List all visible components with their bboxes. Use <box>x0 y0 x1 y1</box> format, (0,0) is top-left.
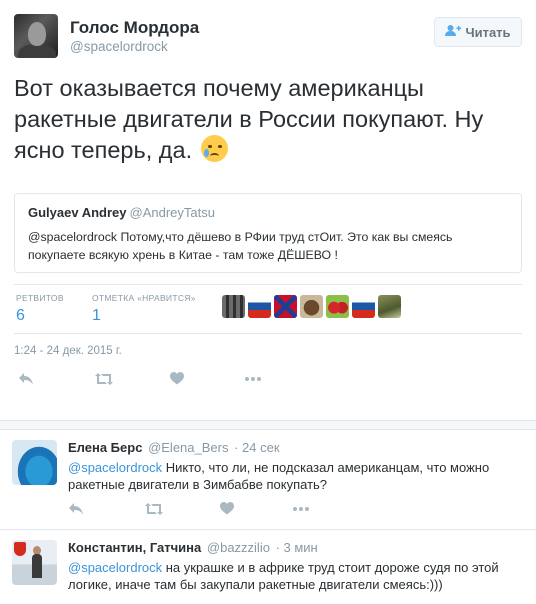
reply-mention[interactable]: @spacelordrock <box>68 460 162 475</box>
retweets-label: РЕТВИТОВ <box>16 293 64 303</box>
author-handle[interactable]: @spacelordrock <box>70 39 168 54</box>
retweet-icon[interactable] <box>94 372 114 386</box>
likers-avatars <box>222 295 401 318</box>
author-avatar[interactable] <box>14 14 58 58</box>
more-options-icon[interactable] <box>244 372 262 386</box>
reply-time[interactable]: · 24 сек <box>234 440 279 455</box>
liker-avatar[interactable] <box>326 295 349 318</box>
retweets-count: 6 <box>16 307 25 324</box>
quote-text: @spacelordrock Потому,что дёшево в РФии … <box>28 230 453 262</box>
quote-author-name: Gulyaev Andrey <box>28 205 127 220</box>
replies-separator <box>0 420 536 430</box>
reply-avatar[interactable] <box>12 540 57 585</box>
tweet-text: Вот оказывается почему американцы ракетн… <box>14 73 526 166</box>
reply-author-handle[interactable]: @bazzzilio <box>207 540 270 555</box>
reply-tweet[interactable]: Елена Берс @Elena_Bers · 24 сек @spacelo… <box>0 430 536 528</box>
reply-avatar[interactable] <box>12 440 57 485</box>
reply-author: Константин, Гатчина @bazzzilio · 3 мин <box>68 540 318 555</box>
reply-text: @spacelordrock на укрaшке и в африке тру… <box>68 559 518 593</box>
tweet-header: Голос Мордора @spacelordrock Читать <box>14 14 522 60</box>
liker-avatar[interactable] <box>248 295 271 318</box>
reply-text: @spacelordrock Никто, что ли, не подсказ… <box>68 459 518 493</box>
liker-avatar[interactable] <box>274 295 297 318</box>
reply-time[interactable]: · 3 мин <box>276 540 318 555</box>
reply-author-name[interactable]: Елена Берс <box>68 440 142 455</box>
avatar-shoulder-shape <box>18 44 56 58</box>
crest-shape <box>14 542 26 556</box>
quoted-tweet[interactable]: Gulyaev Andrey @AndreyTatsu @spacelordroc… <box>14 193 522 273</box>
retweet-icon[interactable] <box>144 502 164 516</box>
like-icon[interactable] <box>170 372 184 385</box>
liker-avatar[interactable] <box>378 295 401 318</box>
reply-author-handle[interactable]: @Elena_Bers <box>148 440 228 455</box>
likes-label: ОТМЕТКА «НРАВИТСЯ» <box>92 293 196 303</box>
liker-avatar[interactable] <box>300 295 323 318</box>
reply-icon[interactable] <box>18 372 34 386</box>
like-icon[interactable] <box>220 502 234 515</box>
tweet-stats: РЕТВИТОВ 6 ОТМЕТКА «НРАВИТСЯ» 1 <box>14 284 522 334</box>
more-options-icon[interactable] <box>292 502 310 516</box>
avatar-face-shape <box>28 22 46 46</box>
follow-button[interactable]: Читать <box>434 17 522 47</box>
crying-face-icon <box>200 135 228 162</box>
likes-stat[interactable]: ОТМЕТКА «НРАВИТСЯ» 1 <box>92 293 196 325</box>
reply-mention[interactable]: @spacelordrock <box>68 560 162 575</box>
reply-author-name[interactable]: Константин, Гатчина <box>68 540 201 555</box>
author-name[interactable]: Голос Мордора <box>70 18 199 38</box>
tweet-timestamp[interactable]: 1:24 - 24 дек. 2015 г. <box>14 345 122 357</box>
liker-avatar[interactable] <box>352 295 375 318</box>
retweets-stat[interactable]: РЕТВИТОВ 6 <box>16 293 64 325</box>
quote-author: Gulyaev Andrey @AndreyTatsu <box>28 205 215 220</box>
add-user-icon <box>445 24 462 40</box>
quote-author-handle: @AndreyTatsu <box>129 205 215 220</box>
follow-label: Читать <box>465 24 511 40</box>
tweet-text-body: Вот оказывается почему американцы ракетн… <box>14 75 484 163</box>
reply-author: Елена Берс @Elena_Bers · 24 сек <box>68 440 280 455</box>
reply-tweet[interactable]: Константин, Гатчина @bazzzilio · 3 мин @… <box>0 530 536 604</box>
liker-avatar[interactable] <box>222 295 245 318</box>
reply-icon[interactable] <box>68 502 84 516</box>
likes-count: 1 <box>92 307 101 324</box>
